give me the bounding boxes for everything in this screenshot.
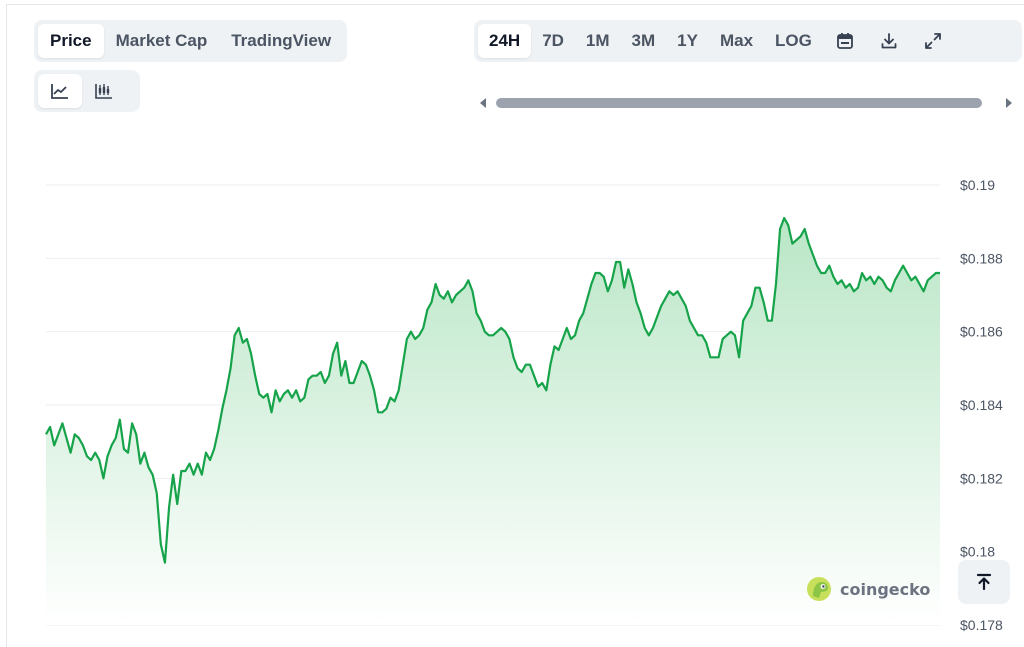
range-1m[interactable]: 1M — [575, 24, 621, 58]
coingecko-watermark: coingecko — [806, 576, 930, 602]
expand-icon — [924, 33, 941, 49]
brand-name: coingecko — [840, 579, 931, 599]
tab-tradingview[interactable]: TradingView — [219, 24, 343, 58]
line-chart-button[interactable] — [38, 74, 82, 108]
scroll-right-arrow-icon[interactable] — [1006, 98, 1012, 108]
candlestick-chart-icon — [95, 84, 112, 99]
fullscreen-button[interactable] — [911, 24, 955, 58]
calendar-button[interactable] — [823, 24, 867, 58]
scroll-to-top-button[interactable] — [958, 560, 1010, 604]
range-7d[interactable]: 7D — [531, 24, 575, 58]
tab-price[interactable]: Price — [38, 24, 104, 58]
range-max[interactable]: Max — [709, 24, 764, 58]
view-tabs: Price Market Cap TradingView — [34, 20, 348, 62]
gecko-logo-icon — [807, 577, 831, 601]
download-button[interactable] — [867, 24, 911, 58]
download-icon — [881, 33, 897, 49]
candlestick-chart-button[interactable] — [82, 74, 126, 108]
scrollbar-thumb[interactable] — [496, 98, 982, 108]
tab-market-cap[interactable]: Market Cap — [104, 24, 220, 58]
chart-type-toggle — [34, 70, 140, 112]
range-24h[interactable]: 24H — [478, 24, 532, 58]
calendar-icon — [836, 33, 853, 49]
arrow-up-to-line-icon — [976, 573, 992, 591]
log-scale-toggle[interactable]: LOG — [764, 24, 823, 58]
scroll-left-arrow-icon[interactable] — [480, 98, 486, 108]
range-1y[interactable]: 1Y — [666, 24, 709, 58]
range-tabs: 24H 7D 1M 3M 1Y Max LOG — [474, 20, 1022, 62]
line-chart-icon — [51, 84, 68, 99]
range-3m[interactable]: 3M — [621, 24, 667, 58]
range-scrollbar[interactable] — [476, 94, 1016, 112]
